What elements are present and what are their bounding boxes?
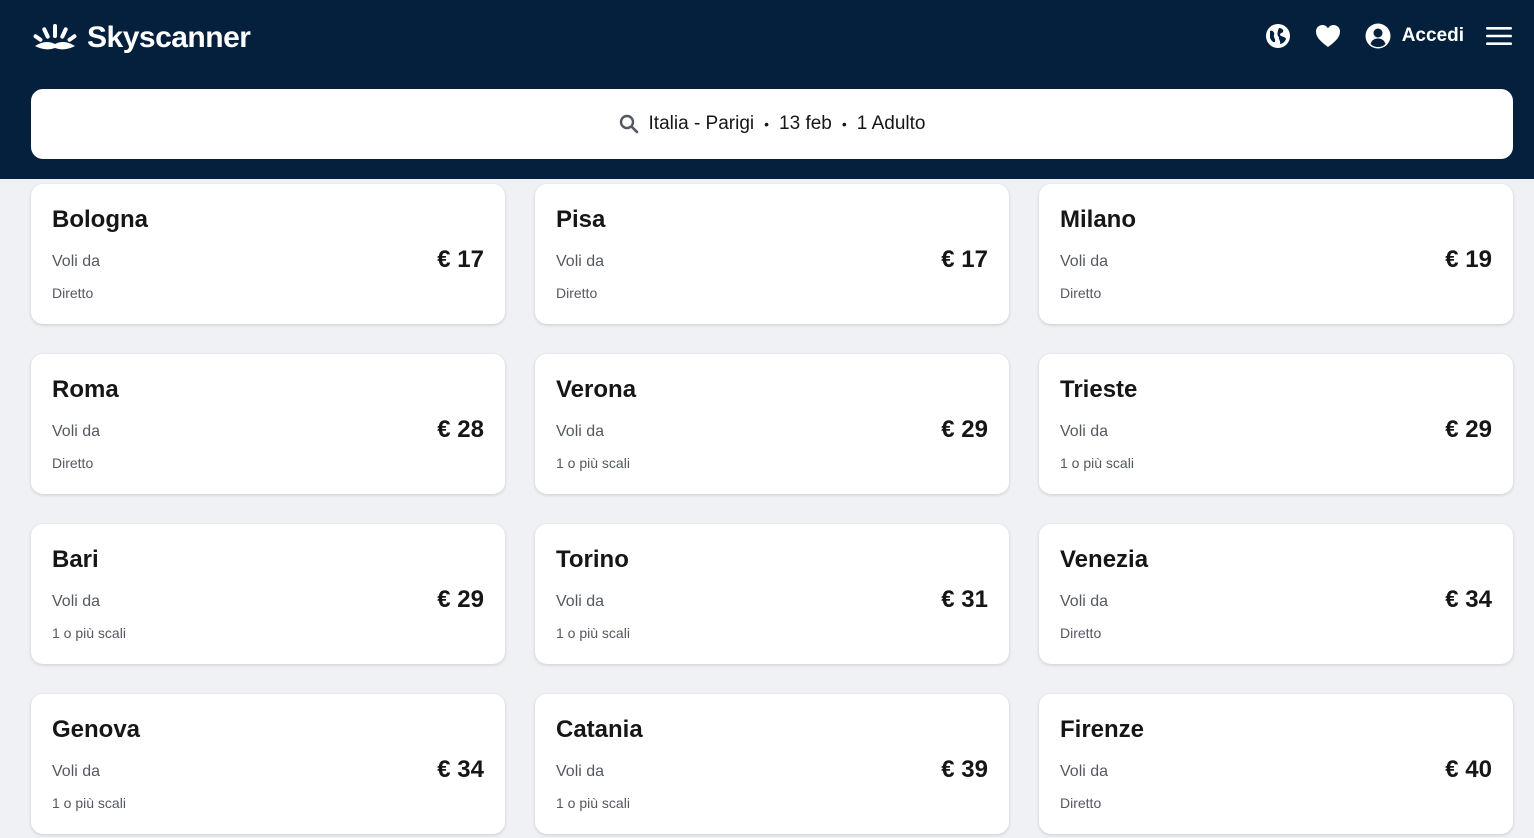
destination-card[interactable]: Trieste Voli da 1 o più scali € 29 bbox=[1039, 354, 1513, 494]
destination-city: Pisa bbox=[556, 206, 606, 233]
price-label: Voli da bbox=[556, 423, 605, 440]
globe-icon[interactable] bbox=[1264, 22, 1292, 50]
top-header: Skyscanner Accedi Italia - Parigi • 13 f… bbox=[0, 0, 1534, 179]
price-label: Voli da bbox=[556, 593, 605, 610]
price-value: € 40 bbox=[1445, 756, 1492, 783]
price-label: Voli da bbox=[1060, 253, 1109, 270]
price-value: € 19 bbox=[1445, 246, 1492, 273]
destination-card[interactable]: Bologna Voli da Diretto € 17 bbox=[31, 184, 505, 324]
stops-info: Diretto bbox=[1060, 285, 1102, 301]
sunrise-logo-icon bbox=[33, 24, 77, 50]
price-label: Voli da bbox=[556, 253, 605, 270]
price-label: Voli da bbox=[1060, 763, 1109, 780]
destination-city: Genova bbox=[52, 716, 141, 743]
destination-card[interactable]: Pisa Voli da Diretto € 17 bbox=[535, 184, 1009, 324]
account-icon bbox=[1365, 23, 1391, 49]
destination-city: Trieste bbox=[1060, 376, 1138, 403]
destination-card[interactable]: Firenze Voli da Diretto € 40 bbox=[1039, 694, 1513, 834]
price-label: Voli da bbox=[556, 763, 605, 780]
price-label: Voli da bbox=[1060, 593, 1109, 610]
search-route: Italia - Parigi bbox=[648, 113, 755, 134]
stops-info: Diretto bbox=[52, 285, 94, 301]
brand-name: Skyscanner bbox=[87, 21, 251, 54]
price-value: € 17 bbox=[437, 246, 484, 273]
destination-card[interactable]: Torino Voli da 1 o più scali € 31 bbox=[535, 524, 1009, 664]
price-value: € 31 bbox=[941, 586, 988, 613]
login-label: Accedi bbox=[1401, 25, 1464, 46]
destination-city: Venezia bbox=[1060, 546, 1149, 573]
heart-icon[interactable] bbox=[1314, 23, 1342, 49]
price-label: Voli da bbox=[52, 253, 101, 270]
search-date: 13 feb bbox=[779, 113, 832, 134]
destination-city: Milano bbox=[1060, 206, 1136, 233]
destination-card[interactable]: Bari Voli da 1 o più scali € 29 bbox=[31, 524, 505, 664]
stops-info: 1 o più scali bbox=[52, 625, 126, 641]
destination-city: Verona bbox=[556, 376, 637, 403]
search-summary-bar[interactable]: Italia - Parigi • 13 feb • 1 Adulto bbox=[31, 89, 1513, 159]
price-label: Voli da bbox=[52, 763, 101, 780]
destination-card[interactable]: Milano Voli da Diretto € 19 bbox=[1039, 184, 1513, 324]
search-icon bbox=[619, 114, 638, 134]
stops-info: Diretto bbox=[1060, 795, 1102, 811]
stops-info: 1 o più scali bbox=[556, 625, 630, 641]
price-value: € 34 bbox=[1445, 586, 1492, 613]
destination-card[interactable]: Venezia Voli da Diretto € 34 bbox=[1039, 524, 1513, 664]
price-value: € 17 bbox=[941, 246, 988, 273]
destination-city: Torino bbox=[556, 546, 629, 573]
price-label: Voli da bbox=[52, 593, 101, 610]
destination-card[interactable]: Catania Voli da 1 o più scali € 39 bbox=[535, 694, 1009, 834]
destination-card[interactable]: Genova Voli da 1 o più scali € 34 bbox=[31, 694, 505, 834]
price-value: € 29 bbox=[941, 416, 988, 443]
separator-dot: • bbox=[841, 116, 847, 132]
stops-info: Diretto bbox=[1060, 625, 1102, 641]
price-label: Voli da bbox=[1060, 423, 1109, 440]
destination-city: Catania bbox=[556, 716, 643, 743]
destination-card[interactable]: Roma Voli da Diretto € 28 bbox=[31, 354, 505, 494]
menu-icon[interactable] bbox=[1486, 26, 1512, 46]
destination-city: Roma bbox=[52, 376, 119, 403]
price-value: € 29 bbox=[1445, 416, 1492, 443]
price-value: € 29 bbox=[437, 586, 484, 613]
destination-city: Bologna bbox=[52, 206, 148, 233]
price-value: € 28 bbox=[437, 416, 484, 443]
destination-city: Bari bbox=[52, 546, 99, 573]
destination-card[interactable]: Verona Voli da 1 o più scali € 29 bbox=[535, 354, 1009, 494]
search-summary-text: Italia - Parigi • 13 feb • 1 Adulto bbox=[649, 113, 926, 135]
login-button[interactable]: Accedi bbox=[1364, 22, 1464, 50]
stops-info: 1 o più scali bbox=[556, 455, 630, 471]
stops-info: 1 o più scali bbox=[1060, 455, 1134, 471]
destination-city: Firenze bbox=[1060, 716, 1145, 743]
search-travellers: 1 Adulto bbox=[856, 113, 926, 134]
header-nav: Accedi bbox=[1264, 18, 1512, 54]
stops-info: 1 o più scali bbox=[556, 795, 630, 811]
stops-info: Diretto bbox=[52, 455, 94, 471]
results-grid: Bologna Voli da Diretto € 17 Pisa Voli d… bbox=[31, 184, 1513, 834]
separator-dot: • bbox=[764, 116, 770, 132]
price-label: Voli da bbox=[52, 423, 101, 440]
skyscanner-logo[interactable]: Skyscanner bbox=[31, 18, 251, 58]
stops-info: Diretto bbox=[556, 285, 598, 301]
stops-info: 1 o più scali bbox=[52, 795, 126, 811]
price-value: € 39 bbox=[941, 756, 988, 783]
price-value: € 34 bbox=[437, 756, 484, 783]
